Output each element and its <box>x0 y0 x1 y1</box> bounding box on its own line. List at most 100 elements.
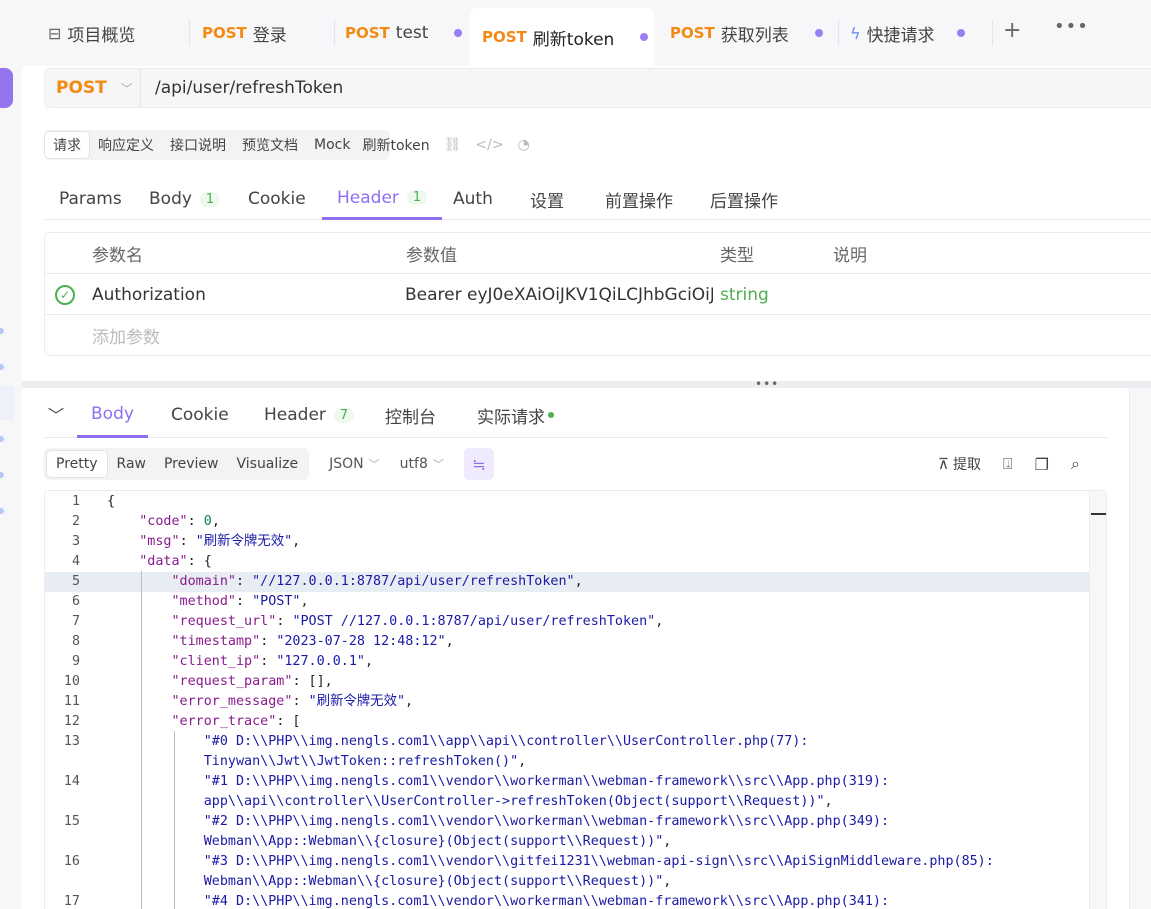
tab-label: 前置操作 <box>605 191 673 212</box>
copy-icon[interactable]: ❐ <box>1035 455 1049 474</box>
line-number: 10 <box>63 674 80 689</box>
tab-response-cookie[interactable]: Cookie <box>171 392 229 438</box>
code-line: 2 "code": 0, <box>45 512 1090 532</box>
tab-quick-request[interactable]: ϟ 快捷请求 <box>850 8 965 58</box>
subtab-response-definition[interactable]: 响应定义 <box>90 131 162 159</box>
tab-cookie[interactable]: Cookie <box>248 178 306 220</box>
panel-splitter[interactable] <box>22 381 1151 388</box>
sidebar-dot <box>0 364 4 370</box>
line-number: 7 <box>71 614 80 629</box>
code-line: 11 "error_message": "刷新令牌无效", <box>45 692 1090 712</box>
search-icon[interactable]: ⌕ <box>1071 454 1080 474</box>
code-text: Webman\\App::Webman\\{closure}(Object(su… <box>203 874 672 889</box>
tab-get-list[interactable]: POST 获取列表 <box>670 8 823 58</box>
tab-settings[interactable]: 设置 <box>530 178 564 220</box>
sidebar-selected-item[interactable] <box>0 386 14 420</box>
line-number: 4 <box>71 554 80 569</box>
url-input[interactable]: /api/user/refreshToken <box>155 78 343 98</box>
tab-refresh-token[interactable]: POST 刷新token <box>470 8 654 66</box>
code-line: 12 "error_trace": [ <box>45 712 1090 732</box>
sidebar-active-indicator[interactable] <box>0 68 13 108</box>
tab-header[interactable]: Header 1 <box>322 178 443 220</box>
code-text: "#3 D:\\PHP\\img.nengls.com1\\vendor\\gi… <box>203 854 994 869</box>
tab-method: POST <box>670 24 715 42</box>
tab-body[interactable]: Body 1 <box>149 178 221 220</box>
plus-icon[interactable]: + <box>1003 18 1021 43</box>
view-preview-button[interactable]: Preview <box>155 450 228 478</box>
code-text: "#0 D:\\PHP\\img.nengls.com1\\app\\api\\… <box>203 734 809 749</box>
tab-auth[interactable]: Auth <box>453 178 493 220</box>
format-select[interactable]: JSON ﹀ <box>329 456 380 472</box>
tab-response-body[interactable]: Body <box>77 392 148 438</box>
tab-label: 项目概览 <box>67 25 136 46</box>
word-wrap-button[interactable]: ≒ <box>463 448 494 480</box>
table-row-add: 添加参数 <box>45 315 1151 356</box>
link-icon[interactable]: ⛓ <box>444 137 462 153</box>
line-number: 6 <box>71 594 80 609</box>
tab-label: Cookie <box>248 189 306 209</box>
view-visualize-button[interactable]: Visualize <box>227 450 307 478</box>
tab-test[interactable]: POST test <box>345 8 463 58</box>
param-type-select[interactable]: string <box>720 274 769 315</box>
history-icon[interactable]: ◔ <box>518 137 530 153</box>
tab-project-overview[interactable]: ⊟ 项目概览 <box>48 8 135 58</box>
subtab-api-description[interactable]: 接口说明 <box>162 131 234 159</box>
tab-post-script[interactable]: 后置操作 <box>710 178 778 220</box>
tab-method: POST <box>482 28 527 46</box>
enabled-checkbox[interactable]: ✓ <box>55 274 75 315</box>
tab-label: Header <box>337 187 399 208</box>
more-icon[interactable]: ••• <box>1054 16 1089 37</box>
subtab-preview-doc[interactable]: 预览文档 <box>234 131 306 159</box>
code-text: "code": 0, <box>139 514 220 529</box>
response-body-editor[interactable]: 17 "#4 D:\\PHP\\img.nengls.com1\\vendor\… <box>44 490 1107 909</box>
save-icon[interactable]: ⍗ <box>1003 454 1013 474</box>
method-select[interactable]: POST ﹀ <box>45 69 141 107</box>
view-pretty-button[interactable]: Pretty <box>46 450 108 478</box>
unsaved-dot <box>454 29 463 37</box>
tab-actual-request[interactable]: 实际请求 <box>477 392 554 438</box>
code-line: Webman\\App::Webman\\{closure}(Object(su… <box>45 872 1090 892</box>
check-circle-icon: ✓ <box>55 284 75 305</box>
vertical-scrollbar[interactable] <box>1089 491 1106 909</box>
code-icon[interactable]: </> <box>475 137 503 153</box>
tab-label: Body <box>149 189 192 209</box>
subtab-mock[interactable]: Mock <box>306 131 358 159</box>
tab-params[interactable]: Params <box>59 178 122 220</box>
sidebar-dot <box>0 508 4 514</box>
code-line: app\\api\\controller\\UserController->re… <box>45 792 1090 812</box>
count-badge: 7 <box>333 407 355 423</box>
code-line: 8 "timestamp": "2023-07-28 12:48:12", <box>45 632 1090 652</box>
code-text: "client_ip": "127.0.0.1", <box>171 654 374 669</box>
chevron-down-icon: ﹀ <box>432 458 444 471</box>
encoding-select[interactable]: utf8 ﹀ <box>400 456 444 472</box>
column-header: 参数名 <box>92 246 143 266</box>
tab-console[interactable]: 控制台 <box>385 392 436 438</box>
unsaved-dot <box>640 33 649 41</box>
param-name-input[interactable]: Authorization <box>92 274 206 315</box>
add-param-input[interactable]: 添加参数 <box>92 315 160 356</box>
line-number: 15 <box>63 814 80 829</box>
table-header-row: 参数名 参数值 类型 说明 <box>45 233 1151 274</box>
code-text: "timestamp": "2023-07-28 12:48:12", <box>171 634 454 649</box>
extract-button[interactable]: ⊼ 提取 <box>938 454 981 474</box>
tab-login[interactable]: POST 登录 <box>202 8 287 58</box>
subtab-request[interactable]: 请求 <box>44 131 90 159</box>
code-line: 15 "#2 D:\\PHP\\img.nengls.com1\\vendor\… <box>45 812 1090 832</box>
code-line: 1{ <box>45 492 1090 512</box>
code-text: "#2 D:\\PHP\\img.nengls.com1\\vendor\\wo… <box>203 814 890 829</box>
tab-pre-script[interactable]: 前置操作 <box>605 178 673 220</box>
sidebar-dot <box>0 472 4 478</box>
line-number: 2 <box>71 514 80 529</box>
code-line: 14 "#1 D:\\PHP\\img.nengls.com1\\vendor\… <box>45 772 1090 792</box>
view-raw-button[interactable]: Raw <box>108 450 155 478</box>
encoding-value: utf8 <box>399 456 428 472</box>
param-value-input[interactable]: Bearer eyJ0eXAiOiJKV1QiLCJhbGciOiJIUzI1N… <box>405 274 713 315</box>
tab-response-header[interactable]: Header 7 <box>264 392 355 438</box>
tab-divider <box>334 20 335 46</box>
scrollbar-thumb[interactable] <box>1091 513 1106 515</box>
code-text: Tinywan\\Jwt\\JwtToken::refreshToken()", <box>203 754 527 769</box>
column-header: 类型 <box>720 246 754 266</box>
count-badge: 1 <box>199 191 221 207</box>
header-params-table: 参数名 参数值 类型 说明 ✓ Authorization Bearer eyJ… <box>44 232 1151 356</box>
status-dot <box>548 412 554 418</box>
